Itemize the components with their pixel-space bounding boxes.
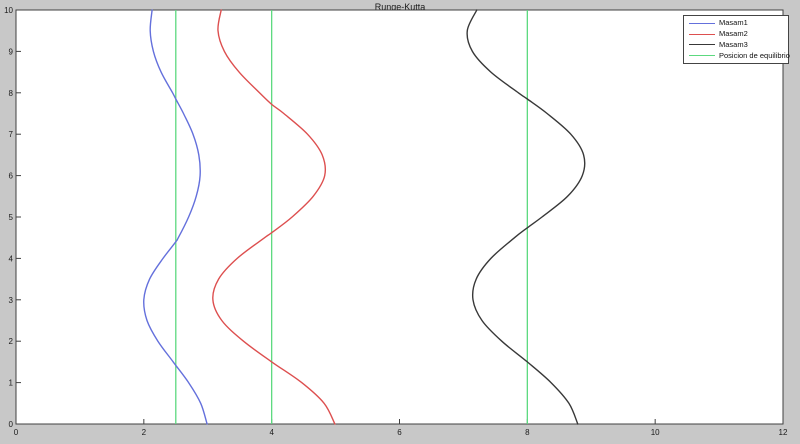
legend-label: Masam2 — [719, 29, 748, 39]
x-tick-label: 0 — [14, 428, 19, 437]
y-tick-label: 5 — [9, 213, 14, 222]
x-tick-label: 6 — [397, 428, 402, 437]
x-tick-label: 8 — [525, 428, 530, 437]
y-tick-label: 4 — [9, 254, 14, 263]
y-tick-label: 10 — [4, 6, 13, 15]
x-tick-label: 4 — [269, 428, 274, 437]
legend-line-sample — [689, 55, 715, 57]
legend-label: Masam1 — [719, 18, 748, 28]
y-tick-label: 6 — [9, 172, 14, 181]
legend-item-masam1: Masam1 — [684, 18, 788, 29]
plot-area — [15, 9, 784, 425]
matlab-figure: Runge-Kutta 0 2 4 6 8 10 12 0 1 2 3 4 5 6 7 8 9 10 Masam1… — [0, 0, 800, 444]
y-tick-label: 2 — [9, 337, 14, 346]
legend-label: Masam3 — [719, 39, 748, 49]
plot-canvas: 0 2 4 6 8 10 12012345678910 — [4, 6, 788, 437]
legend-line-sample — [689, 44, 715, 46]
legend-item-masam2: Masam2 — [684, 29, 788, 40]
y-tick-label: 1 — [9, 379, 14, 388]
x-tick-label: 10 — [651, 428, 660, 437]
legend-item-masam3: Masam3 — [684, 40, 788, 51]
legend-item-equilibrio: Posicion de equilibrio — [684, 50, 790, 61]
legend-box: Masam1 Masam2 Masam3 Posicion de equilibrio — [683, 15, 790, 64]
legend-line-sample — [689, 22, 715, 24]
legend-label: Posicion de equilibrio — [719, 50, 790, 60]
legend-line-sample — [689, 33, 715, 35]
y-tick-label: 7 — [9, 130, 14, 139]
y-tick-label: 3 — [9, 296, 14, 305]
y-tick-label: 9 — [9, 47, 14, 56]
x-tick-label: 2 — [142, 428, 147, 437]
y-tick-label: 8 — [9, 89, 14, 98]
x-tick-label: 12 — [779, 428, 788, 437]
y-tick-label: 0 — [9, 420, 14, 429]
